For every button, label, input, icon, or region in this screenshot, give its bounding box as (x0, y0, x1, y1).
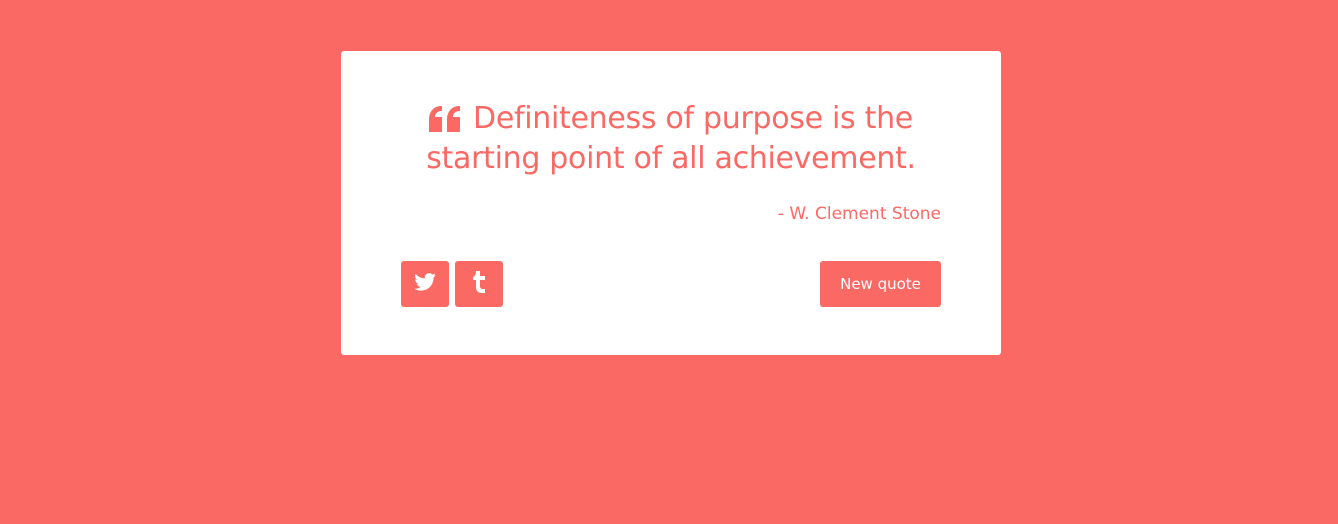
quote-author: - W. Clement Stone (777, 204, 941, 224)
quote-text-container: Definiteness of purpose is the starting … (401, 99, 941, 179)
quote-text: Definiteness of purpose is the starting … (426, 101, 916, 176)
twitter-icon (414, 273, 436, 295)
tumblr-icon (472, 271, 486, 297)
new-quote-button[interactable]: New quote (820, 261, 941, 307)
quote-box: Definiteness of purpose is the starting … (341, 51, 1001, 355)
tweet-quote-button[interactable] (401, 261, 449, 307)
tumblr-quote-button[interactable] (455, 261, 503, 307)
quote-left-icon (429, 106, 461, 132)
